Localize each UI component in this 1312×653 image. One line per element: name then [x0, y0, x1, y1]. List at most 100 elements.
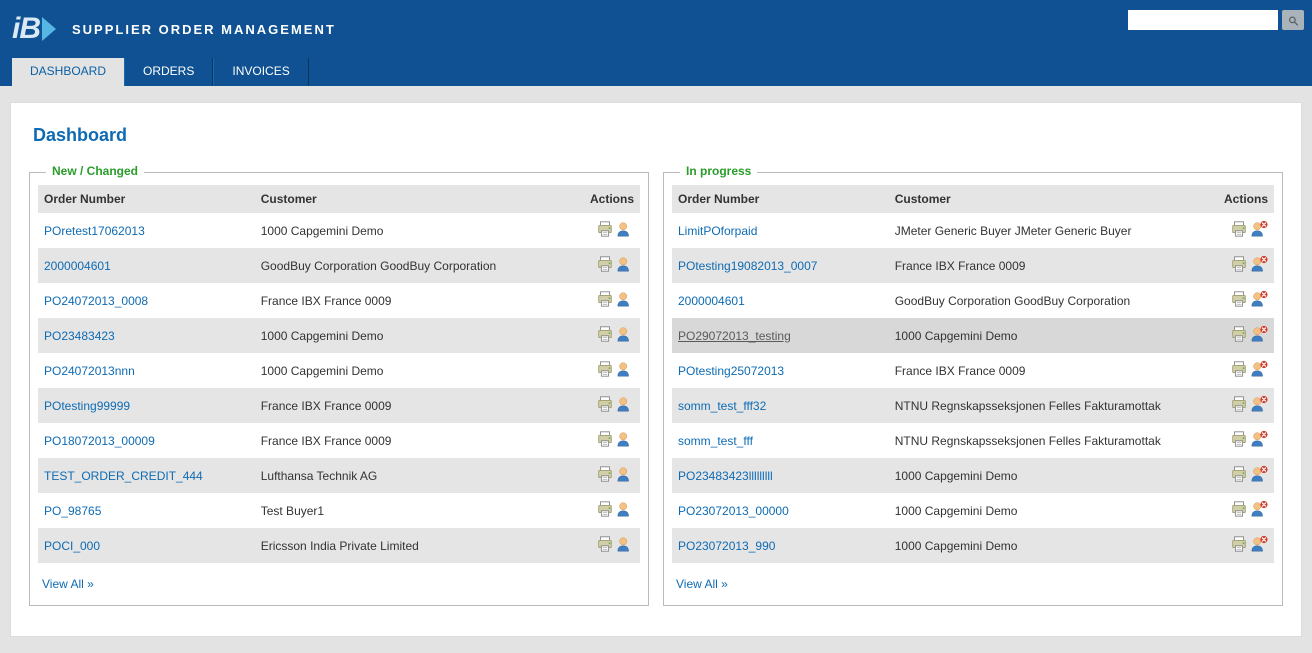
search-button[interactable] [1282, 10, 1304, 30]
actions-cell [576, 493, 640, 528]
order-link[interactable]: POtesting99999 [44, 399, 130, 413]
user-alert-icon[interactable] [1250, 255, 1268, 276]
order-link[interactable]: PO29072013_testing [678, 329, 791, 343]
order-link[interactable]: somm_test_fff [678, 434, 753, 448]
panel-legend-new-changed: New / Changed [46, 164, 144, 178]
order-link[interactable]: 2000004601 [678, 294, 745, 308]
user-alert-icon[interactable] [1250, 325, 1268, 346]
tab-orders[interactable]: ORDERS [124, 58, 213, 86]
user-alert-icon[interactable] [1250, 360, 1268, 381]
table-row: POtesting19082013_0007 France IBX France … [672, 248, 1274, 283]
user-icon[interactable] [616, 290, 634, 311]
print-icon[interactable] [596, 430, 614, 451]
actions-cell [576, 423, 640, 458]
tab-invoices[interactable]: INVOICES [213, 58, 308, 86]
print-icon[interactable] [1230, 360, 1248, 381]
order-link[interactable]: TEST_ORDER_CREDIT_444 [44, 469, 203, 483]
table-row: 2000004601GoodBuy Corporation GoodBuy Co… [38, 248, 640, 283]
user-icon[interactable] [616, 535, 634, 556]
user-alert-icon[interactable] [1250, 430, 1268, 451]
table-row: POCI_000Ericsson India Private Limited [38, 528, 640, 563]
customer-cell: France IBX France 0009 [255, 283, 576, 318]
page-title: Dashboard [33, 125, 1283, 146]
col-order-number: Order Number [38, 185, 255, 213]
app-logo: iB [12, 12, 56, 46]
user-icon[interactable] [616, 360, 634, 381]
order-link[interactable]: 2000004601 [44, 259, 111, 273]
user-alert-icon[interactable] [1250, 220, 1268, 241]
customer-cell: 1000 Capgemini Demo [889, 318, 1210, 353]
print-icon[interactable] [596, 290, 614, 311]
actions-cell [576, 248, 640, 283]
tab-dashboard[interactable]: DASHBOARD [12, 58, 124, 86]
user-alert-icon[interactable] [1250, 290, 1268, 311]
table-row: PO29072013_testing 1000 Capgemini Demo [672, 318, 1274, 353]
view-all-in-progress[interactable]: View All » [676, 577, 728, 591]
user-alert-icon[interactable] [1250, 395, 1268, 416]
order-link[interactable]: PO23072013_990 [678, 539, 775, 553]
print-icon[interactable] [596, 465, 614, 486]
user-icon[interactable] [616, 430, 634, 451]
order-link[interactable]: POretest17062013 [44, 224, 145, 238]
print-icon[interactable] [596, 500, 614, 521]
actions-cell [576, 318, 640, 353]
order-link[interactable]: LimitPOforpaid [678, 224, 757, 238]
content-panel: Dashboard New / Changed Order Number Cus… [10, 102, 1302, 637]
main-tabs: DASHBOARDORDERSINVOICES [0, 58, 1312, 86]
print-icon[interactable] [596, 535, 614, 556]
print-icon[interactable] [1230, 500, 1248, 521]
order-link[interactable]: somm_test_fff32 [678, 399, 766, 413]
print-icon[interactable] [1230, 535, 1248, 556]
print-icon[interactable] [596, 360, 614, 381]
col-actions: Actions [1210, 185, 1274, 213]
search-input[interactable] [1128, 10, 1278, 30]
user-alert-icon[interactable] [1250, 465, 1268, 486]
customer-cell: France IBX France 0009 [889, 248, 1210, 283]
search-icon [1288, 14, 1298, 27]
print-icon[interactable] [1230, 395, 1248, 416]
print-icon[interactable] [596, 395, 614, 416]
order-link[interactable]: PO24072013nnn [44, 364, 135, 378]
print-icon[interactable] [1230, 465, 1248, 486]
col-customer: Customer [255, 185, 576, 213]
order-link[interactable]: PO24072013_0008 [44, 294, 148, 308]
order-link[interactable]: POtesting19082013_0007 [678, 259, 817, 273]
order-link[interactable]: PO23483423lllllllll [678, 469, 773, 483]
user-icon[interactable] [616, 395, 634, 416]
actions-cell [1210, 318, 1274, 353]
search-box [1128, 10, 1304, 30]
order-link[interactable]: PO_98765 [44, 504, 101, 518]
logo-text: iB [12, 12, 40, 46]
table-row: POtesting25072013France IBX France 0009 [672, 353, 1274, 388]
print-icon[interactable] [596, 325, 614, 346]
print-icon[interactable] [1230, 255, 1248, 276]
user-icon[interactable] [616, 220, 634, 241]
print-icon[interactable] [596, 255, 614, 276]
print-icon[interactable] [1230, 325, 1248, 346]
order-link[interactable]: PO18072013_00009 [44, 434, 155, 448]
print-icon[interactable] [1230, 220, 1248, 241]
user-icon[interactable] [616, 465, 634, 486]
customer-cell: 1000 Capgemini Demo [889, 458, 1210, 493]
print-icon[interactable] [596, 220, 614, 241]
print-icon[interactable] [1230, 290, 1248, 311]
user-icon[interactable] [616, 325, 634, 346]
customer-cell: Test Buyer1 [255, 493, 576, 528]
order-link[interactable]: POCI_000 [44, 539, 100, 553]
view-all-new-changed[interactable]: View All » [42, 577, 94, 591]
user-icon[interactable] [616, 500, 634, 521]
col-actions: Actions [576, 185, 640, 213]
panel-legend-in-progress: In progress [680, 164, 757, 178]
user-icon[interactable] [616, 255, 634, 276]
actions-cell [576, 283, 640, 318]
actions-cell [1210, 353, 1274, 388]
actions-cell [1210, 528, 1274, 563]
user-alert-icon[interactable] [1250, 535, 1268, 556]
table-row: LimitPOforpaidJMeter Generic Buyer JMete… [672, 213, 1274, 248]
print-icon[interactable] [1230, 430, 1248, 451]
table-row: PO24072013nnn1000 Capgemini Demo [38, 353, 640, 388]
user-alert-icon[interactable] [1250, 500, 1268, 521]
order-link[interactable]: POtesting25072013 [678, 364, 784, 378]
order-link[interactable]: PO23483423 [44, 329, 115, 343]
order-link[interactable]: PO23072013_00000 [678, 504, 789, 518]
